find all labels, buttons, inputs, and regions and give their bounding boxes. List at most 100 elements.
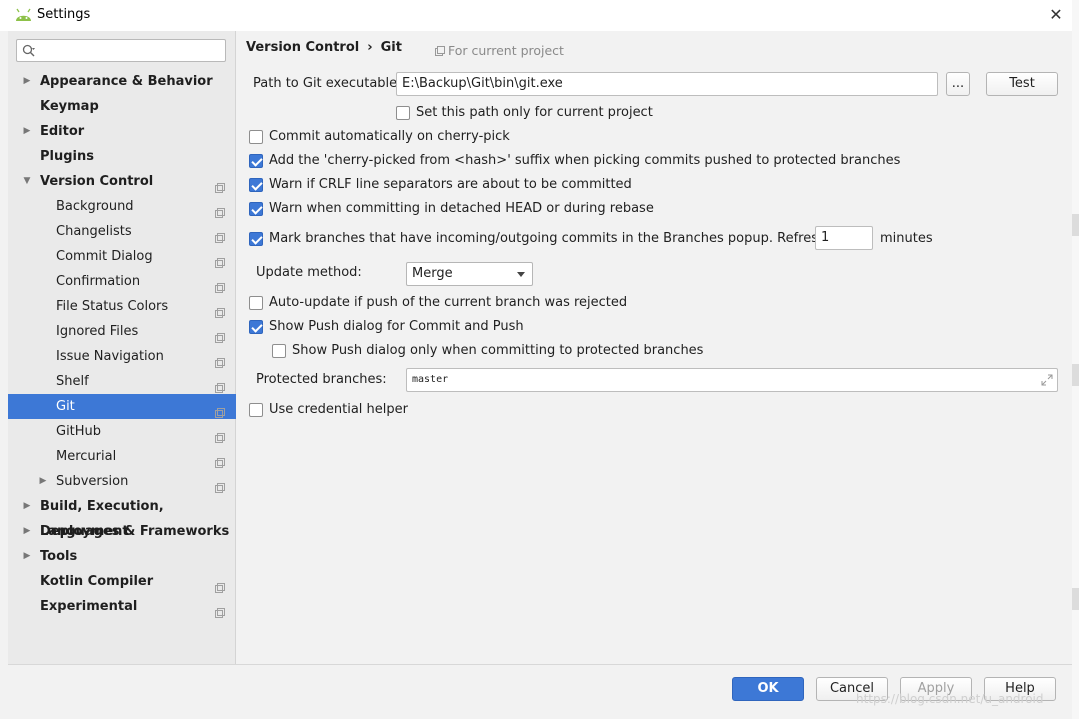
project-level-icon (215, 302, 225, 318)
sidebar-item-keymap[interactable]: Keymap (8, 94, 236, 119)
watermark: https://blog.csdn.net/u_android (856, 692, 1044, 706)
test-button[interactable]: Test (986, 72, 1058, 96)
sidebar-item-version-control[interactable]: ▼ Version Control (8, 169, 236, 194)
option-label: Add the 'cherry-picked from <hash>' suff… (269, 153, 901, 168)
sidebar-item-background[interactable]: Background (8, 194, 236, 219)
project-level-icon (215, 577, 225, 593)
show-push-protected-checkbox[interactable] (272, 344, 286, 358)
sidebar-item-appearance-behavior[interactable]: ▶ Appearance & Behavior (8, 69, 236, 94)
show-push-checkbox[interactable] (249, 320, 263, 334)
chevron-right-icon[interactable]: ▶ (22, 519, 32, 544)
sidebar-item-file-status-colors[interactable]: File Status Colors (8, 294, 236, 319)
project-icon (435, 46, 445, 56)
sidebar-item-shelf[interactable]: Shelf (8, 369, 236, 394)
project-level-icon (215, 402, 225, 418)
credential-helper-checkbox[interactable] (249, 403, 263, 417)
chevron-right-icon[interactable]: ▶ (22, 69, 32, 94)
git-settings-panel: Version Control › Git For current project … (237, 31, 1072, 664)
chevron-right-icon[interactable]: ▶ (22, 544, 32, 569)
chevron-right-icon[interactable]: ▶ (38, 469, 48, 494)
window-title: Settings (37, 7, 91, 22)
sidebar-item-mercurial[interactable]: Mercurial (8, 444, 236, 469)
update-method-value: Merge (412, 266, 453, 281)
sidebar-item-git[interactable]: Git (8, 394, 236, 419)
mark-branches-checkbox[interactable] (249, 232, 263, 246)
sidebar-item-label: Mercurial (56, 449, 117, 464)
sidebar-item-label: Git (56, 399, 75, 414)
sidebar-item-issue-navigation[interactable]: Issue Navigation (8, 344, 236, 369)
background-mark (1072, 588, 1079, 610)
sidebar-item-ignored-files[interactable]: Ignored Files (8, 319, 236, 344)
option-checkbox[interactable] (249, 202, 263, 216)
sidebar-item-label: Shelf (56, 374, 89, 389)
close-icon[interactable]: ✕ (1045, 4, 1067, 26)
sidebar-item-plugins[interactable]: Plugins (8, 144, 236, 169)
search-input[interactable] (16, 39, 226, 62)
protected-branches-label: Protected branches: (256, 372, 387, 387)
sidebar-item-subversion[interactable]: ▶ Subversion (8, 469, 236, 494)
background-mark (1072, 364, 1079, 386)
path-label: Path to Git executable: (253, 76, 402, 91)
protected-branches-input[interactable]: master (406, 368, 1058, 392)
sidebar-item-label: Languages & Frameworks (40, 524, 230, 539)
sidebar-item-label: Plugins (40, 149, 94, 164)
sidebar-item-label: Issue Navigation (56, 349, 164, 364)
credential-helper-label: Use credential helper (269, 402, 408, 417)
option-checkbox[interactable] (249, 130, 263, 144)
sidebar-item-kotlin-compiler[interactable]: Kotlin Compiler (8, 569, 236, 594)
sidebar-item-github[interactable]: GitHub (8, 419, 236, 444)
auto-update-label: Auto-update if push of the current branc… (269, 295, 628, 310)
sidebar-item-label: GitHub (56, 424, 102, 439)
sidebar-item-label: Kotlin Compiler (40, 574, 154, 589)
option-label: Commit automatically on cherry-pick (269, 129, 510, 144)
sidebar-item-label: Keymap (40, 99, 99, 114)
sidebar-item-changelists[interactable]: Changelists (8, 219, 236, 244)
project-level-icon (215, 252, 225, 268)
set-path-only-checkbox[interactable] (396, 106, 410, 120)
breadcrumb: Version Control › Git (246, 40, 402, 55)
sidebar-item-languages-frameworks[interactable]: ▶ Languages & Frameworks (8, 519, 236, 544)
settings-window: Settings ✕ ▶ Appearance & Behavior Keymap ▶… (0, 0, 1072, 719)
sidebar-item-editor[interactable]: ▶ Editor (8, 119, 236, 144)
set-path-only-label: Set this path only for current project (416, 105, 653, 120)
chevron-right-icon[interactable]: ▶ (22, 119, 32, 144)
project-level-icon (215, 477, 225, 493)
background-mark (1072, 214, 1079, 236)
project-level-icon (215, 452, 225, 468)
sidebar-item-tools[interactable]: ▶ Tools (8, 544, 236, 569)
search-icon (22, 44, 35, 57)
sidebar-item-label: Subversion (56, 474, 129, 489)
refresh-interval-input[interactable]: 1 (815, 226, 873, 250)
git-path-input[interactable]: E:\Backup\Git\bin\git.exe (396, 72, 938, 96)
update-method-select[interactable]: Merge (406, 262, 533, 286)
sidebar-item-confirmation[interactable]: Confirmation (8, 269, 236, 294)
sidebar-item-label: Tools (40, 549, 78, 564)
for-current-project-label: For current project (448, 43, 564, 58)
browse-button[interactable]: ... (946, 72, 970, 96)
auto-update-checkbox[interactable] (249, 296, 263, 310)
breadcrumb-parent[interactable]: Version Control (246, 40, 359, 55)
project-level-icon (215, 427, 225, 443)
chevron-down-icon[interactable]: ▼ (22, 169, 32, 194)
android-icon (16, 8, 31, 21)
project-level-icon (215, 352, 225, 368)
update-method-label: Update method: (256, 265, 362, 280)
chevron-right-icon[interactable]: ▶ (22, 494, 32, 519)
option-checkbox[interactable] (249, 154, 263, 168)
sidebar-item-label: Version Control (40, 174, 154, 189)
background-window-edge (1072, 0, 1079, 719)
option-checkbox[interactable] (249, 178, 263, 192)
project-level-icon (215, 177, 225, 193)
sidebar-item-commit-dialog[interactable]: Commit Dialog (8, 244, 236, 269)
sidebar-item-experimental[interactable]: Experimental (8, 594, 236, 619)
sidebar-item-label: Experimental (40, 599, 138, 614)
sidebar-item-build-execution-deployment[interactable]: ▶ Build, Execution, Deployment (8, 494, 236, 539)
expand-icon[interactable] (1041, 374, 1053, 386)
sidebar-item-label: File Status Colors (56, 299, 169, 314)
chevron-down-icon (517, 272, 525, 277)
project-level-icon (215, 227, 225, 243)
minutes-label: minutes (880, 231, 933, 246)
breadcrumb-current: Git (380, 40, 402, 55)
ok-button[interactable]: OK (732, 677, 804, 701)
option-label: Warn when committing in detached HEAD or… (269, 201, 654, 216)
